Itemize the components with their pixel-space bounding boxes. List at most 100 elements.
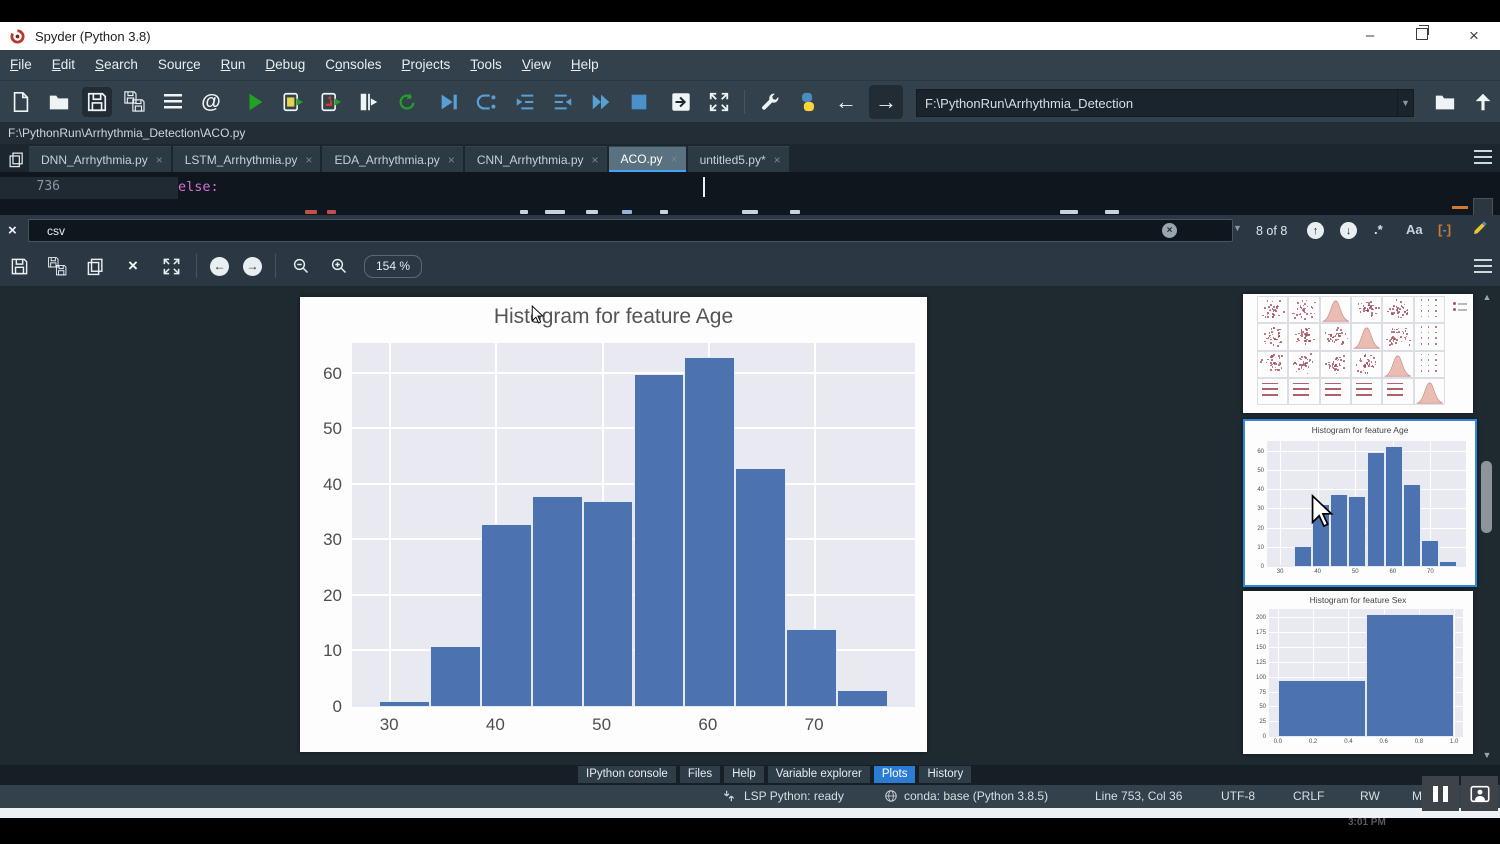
forward-arrow-icon[interactable]: →	[869, 85, 903, 119]
tab-close-icon[interactable]: ×	[448, 153, 455, 167]
tab-close-icon[interactable]: ×	[671, 152, 678, 166]
browse-directory-icon[interactable]	[1430, 87, 1460, 117]
tab-files[interactable]: Files	[680, 766, 720, 783]
save-all-icon[interactable]	[120, 87, 150, 117]
save-all-plots-icon[interactable]	[42, 251, 72, 281]
regex-toggle-icon[interactable]: .*	[1374, 222, 1383, 237]
remove-plot-icon[interactable]: ×	[118, 251, 148, 281]
tab-aco-active[interactable]: ACO.py×	[609, 146, 686, 172]
menu-item-projects[interactable]: Projects	[392, 50, 461, 80]
fit-to-window-icon[interactable]	[156, 251, 186, 281]
case-sensitive-toggle-icon[interactable]: Aa	[1406, 222, 1423, 237]
highlight-matches-icon[interactable]	[1472, 220, 1488, 239]
debug-step-return-icon[interactable]	[548, 87, 578, 117]
menu-item-edit[interactable]: Edit	[42, 50, 85, 80]
next-plot-icon[interactable]: →	[243, 257, 262, 276]
tab-cnn-arrhythmia[interactable]: CNN_Arrhythmia.py×	[465, 146, 607, 172]
symbol-finder-icon[interactable]: @	[196, 87, 226, 117]
maximize-pane-icon[interactable]	[704, 87, 734, 117]
debug-step-over-icon[interactable]	[472, 87, 502, 117]
previous-plot-icon[interactable]: ←	[210, 257, 229, 276]
working-directory-input[interactable]	[917, 95, 1397, 112]
editor-tab-bar: DNN_Arrhythmia.py× LSTM_Arrhythmia.py× E…	[0, 144, 1500, 172]
whole-words-toggle-icon[interactable]: [-]	[1438, 222, 1451, 237]
menu-item-tools[interactable]: Tools	[460, 50, 512, 80]
browse-tabs-icon[interactable]	[3, 146, 29, 172]
scroll-up-icon[interactable]: ▲	[1478, 292, 1496, 302]
tab-dnn-arrhythmia[interactable]: DNN_Arrhythmia.py×	[29, 146, 171, 172]
find-close-icon[interactable]: ×	[8, 222, 17, 239]
working-directory-dropdown-icon[interactable]: ▼	[1397, 90, 1413, 116]
open-last-file-icon[interactable]	[666, 87, 696, 117]
copy-plot-icon[interactable]	[80, 251, 110, 281]
clipped-code-fragment	[742, 210, 758, 214]
save-file-icon[interactable]	[82, 87, 112, 117]
parent-directory-icon[interactable]	[1468, 87, 1498, 117]
find-input[interactable]	[29, 223, 1162, 239]
zoom-out-icon[interactable]	[286, 251, 316, 281]
scroll-down-icon[interactable]: ▼	[1478, 750, 1496, 760]
debug-file-icon[interactable]	[434, 87, 464, 117]
tab-untitled5[interactable]: untitled5.py*×	[688, 146, 789, 172]
pairplot-cell	[1351, 351, 1382, 378]
tab-history[interactable]: History	[919, 766, 971, 783]
menu-item-debug[interactable]: Debug	[255, 50, 315, 80]
tab-help[interactable]: Help	[724, 766, 764, 783]
preferences-wrench-icon[interactable]	[755, 87, 785, 117]
recorder-webcam-button[interactable]	[1461, 776, 1498, 811]
main-toolbar: @ ← → ▼	[0, 80, 1500, 123]
tab-plots-active[interactable]: Plots	[874, 766, 916, 783]
rerun-cell-icon[interactable]	[392, 87, 422, 117]
code-editor[interactable]: 736 else:	[0, 172, 1500, 215]
editor-scrollbar-handle[interactable]	[1473, 198, 1493, 215]
menu-item-source[interactable]: Source	[148, 50, 211, 80]
run-cell-advance-icon[interactable]	[316, 87, 346, 117]
find-previous-icon[interactable]: ↑	[1307, 222, 1324, 239]
restore-button[interactable]	[1396, 22, 1448, 50]
stop-debug-icon[interactable]	[624, 87, 654, 117]
run-cell-icon[interactable]	[278, 87, 308, 117]
run-icon[interactable]	[240, 87, 270, 117]
find-next-icon[interactable]: ↓	[1340, 222, 1357, 239]
zoom-in-icon[interactable]	[324, 251, 354, 281]
menu-item-search[interactable]: Search	[85, 50, 148, 80]
x-tick-label: 1.0	[1450, 739, 1458, 745]
debug-continue-icon[interactable]	[586, 87, 616, 117]
tab-close-icon[interactable]: ×	[592, 153, 599, 167]
run-selection-icon[interactable]	[354, 87, 384, 117]
scrollbar-thumb[interactable]	[1481, 461, 1492, 533]
plots-options-menu-icon[interactable]	[1474, 259, 1492, 273]
menu-item-file[interactable]: File	[0, 50, 42, 80]
menu-item-help[interactable]: Help	[561, 50, 609, 80]
tab-ipython-console[interactable]: IPython console	[578, 766, 676, 783]
tab-variable-explorer[interactable]: Variable explorer	[768, 766, 870, 783]
save-plot-icon[interactable]	[4, 251, 34, 281]
tab-eda-arrhythmia[interactable]: EDA_Arrhythmia.py×	[322, 146, 462, 172]
find-history-dropdown-icon[interactable]: ▼	[1233, 223, 1242, 233]
menu-item-view[interactable]: View	[512, 50, 561, 80]
thumbnail-sex-histogram[interactable]: Histogram for feature Sex 02550751001251…	[1243, 591, 1473, 754]
debug-step-into-icon[interactable]	[510, 87, 540, 117]
tab-close-icon[interactable]: ×	[156, 153, 163, 167]
find-clear-icon[interactable]: ×	[1162, 223, 1177, 238]
tab-lstm-arrhythmia[interactable]: LSTM_Arrhythmia.py×	[173, 146, 321, 172]
recorder-pause-button[interactable]	[1422, 776, 1459, 811]
main-plot-figure[interactable]: Histogram for feature Age 01020304050603…	[300, 297, 927, 752]
python-env-icon[interactable]	[793, 87, 823, 117]
tab-options-menu-icon[interactable]	[1474, 150, 1492, 164]
open-file-icon[interactable]	[44, 87, 74, 117]
menu-item-run[interactable]: Run	[211, 50, 256, 80]
tab-close-icon[interactable]: ×	[774, 153, 781, 167]
thumbnails-scrollbar[interactable]: ▲ ▼	[1478, 292, 1496, 760]
thumbnail-age-histogram-selected[interactable]: Histogram for feature Age 01020304050603…	[1243, 419, 1477, 587]
tab-close-icon[interactable]: ×	[305, 153, 312, 167]
new-file-icon[interactable]	[6, 87, 36, 117]
interpreter-status[interactable]: conda: base (Python 3.8.5)	[904, 789, 1048, 803]
minimize-button[interactable]: –	[1344, 22, 1396, 50]
menu-item-consoles[interactable]: Consoles	[315, 50, 391, 80]
thumbnail-pairplot[interactable]	[1243, 294, 1473, 413]
back-arrow-icon[interactable]: ←	[831, 87, 861, 117]
close-button[interactable]: ×	[1448, 22, 1500, 50]
hist-bar	[735, 468, 786, 707]
file-switcher-icon[interactable]	[158, 87, 188, 117]
